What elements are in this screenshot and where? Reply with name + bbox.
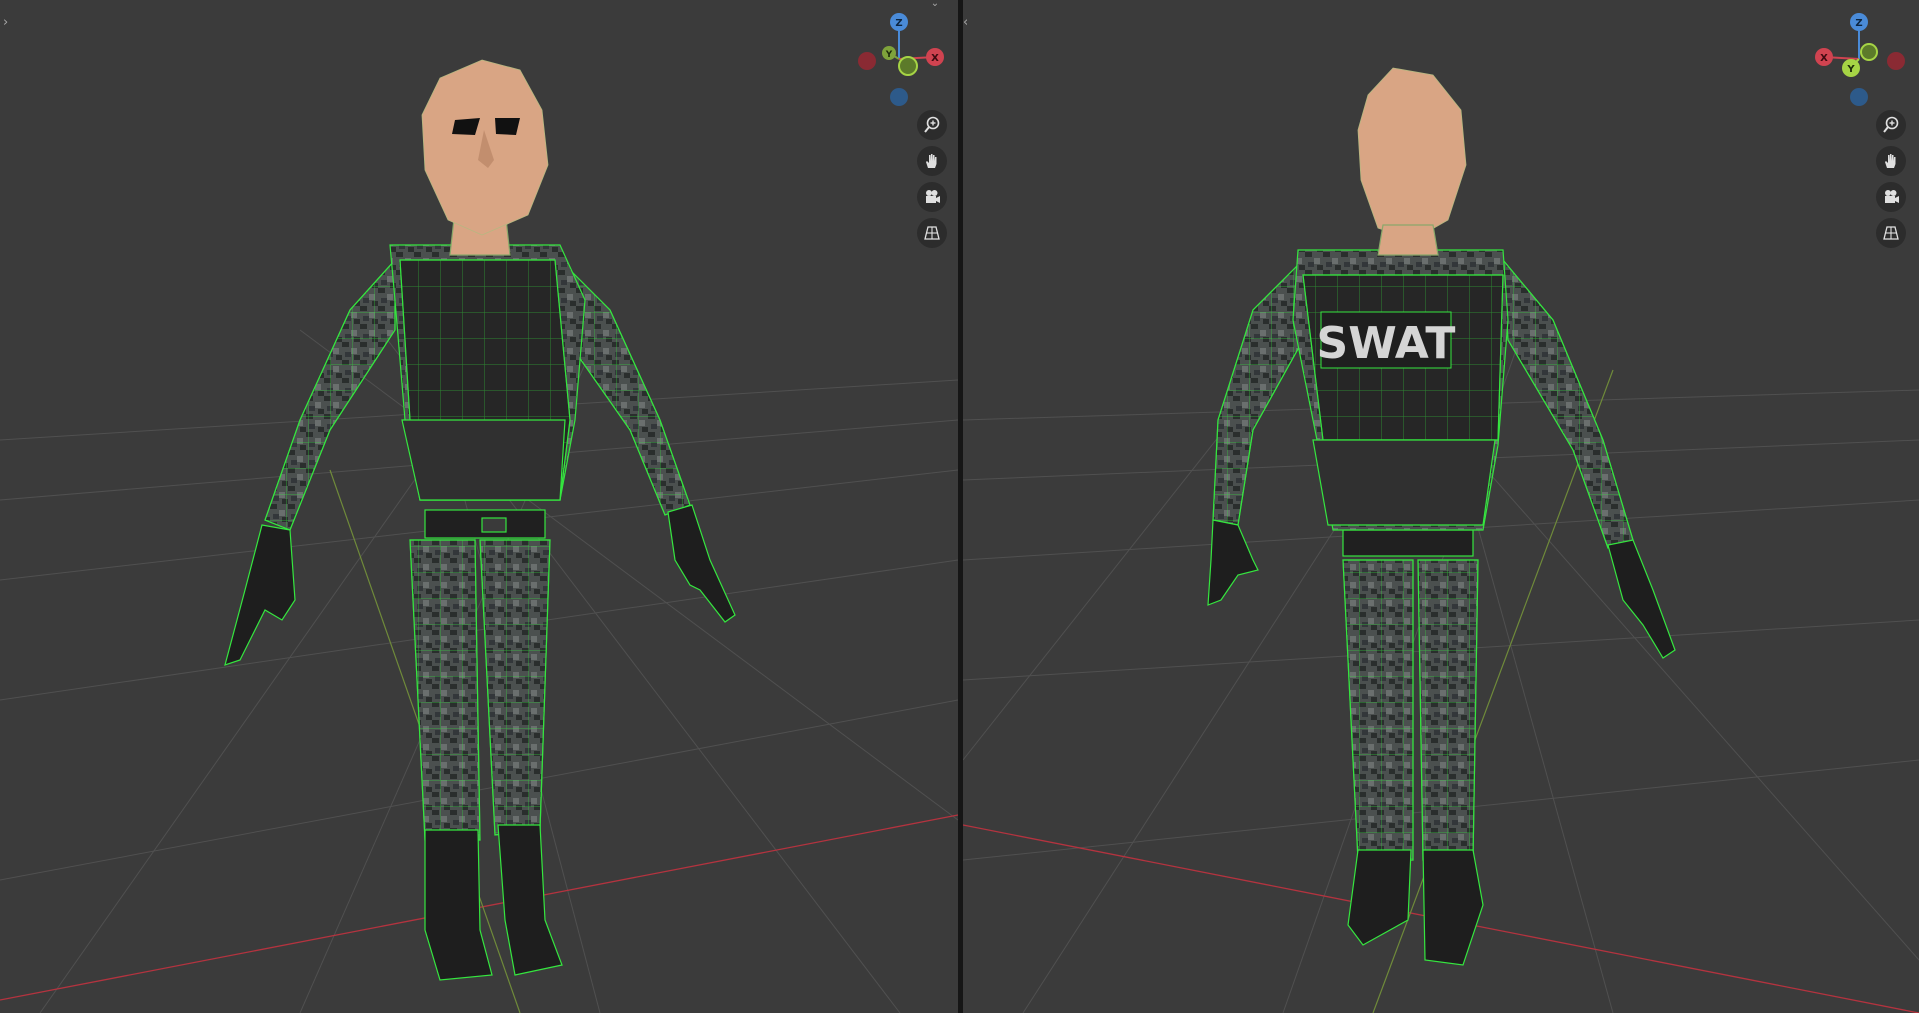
- zoom-button[interactable]: [1876, 110, 1906, 140]
- navigation-gizmo-right[interactable]: Z X Y: [1809, 10, 1909, 110]
- gizmo-z-label: Z: [895, 18, 902, 29]
- zoom-icon: [924, 116, 940, 133]
- camera-view-button[interactable]: [917, 182, 947, 212]
- gizmo-x-label: X: [931, 53, 939, 64]
- camera-icon: [926, 190, 940, 203]
- grid-perspective-icon: [1883, 226, 1899, 240]
- hand-pan-icon: [1885, 154, 1896, 168]
- character-front: [224, 59, 736, 981]
- camera-view-button[interactable]: [1876, 182, 1906, 212]
- pan-button[interactable]: [917, 146, 947, 176]
- zoom-icon: [1883, 116, 1899, 133]
- gizmo-z-label: Z: [1855, 18, 1862, 29]
- perspective-toggle-button[interactable]: [1876, 218, 1906, 248]
- scene-canvas-left: [0, 59, 958, 1013]
- navigation-gizmo-left[interactable]: Z Y X: [852, 10, 952, 110]
- toolbar-toggle-left[interactable]: ›: [3, 16, 13, 30]
- gizmo-y-label: Y: [1846, 64, 1855, 75]
- viewport-left[interactable]: › ⌄ Z Y X: [0, 0, 958, 1013]
- gizmo-y-label: Y: [885, 50, 893, 60]
- viewport-right[interactable]: SWAT ‹ Z X Y: [963, 0, 1919, 1013]
- hand-pan-icon: [926, 154, 937, 168]
- zoom-button[interactable]: [917, 110, 947, 140]
- toolbar-toggle-right[interactable]: ‹: [963, 16, 973, 30]
- vest-label-text: SWAT: [1317, 318, 1456, 369]
- gizmo-x-label: X: [1820, 53, 1828, 64]
- camera-icon: [1885, 190, 1899, 203]
- grid-perspective-icon: [924, 226, 940, 240]
- scene-canvas-right: SWAT: [963, 67, 1919, 1013]
- perspective-toggle-button[interactable]: [917, 218, 947, 248]
- blender-app: › ⌄ Z Y X SWAT ‹ Z X Y: [0, 0, 1919, 1013]
- header-collapse-caret[interactable]: ⌄: [928, 0, 942, 10]
- character-back: [1207, 67, 1676, 966]
- pan-button[interactable]: [1876, 146, 1906, 176]
